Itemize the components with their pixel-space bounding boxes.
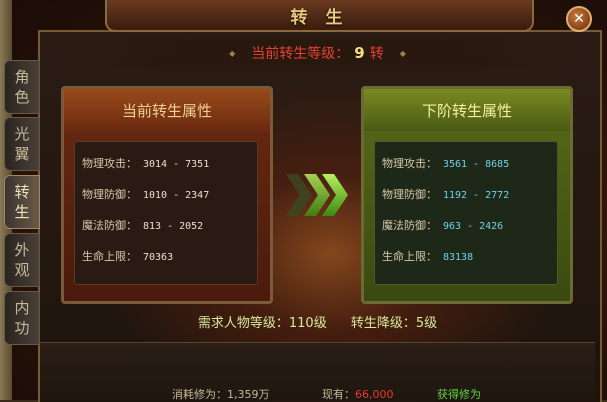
requirements-line: 需求人物等级：110级 转生降级：5级: [40, 312, 595, 331]
title-bar: 转 生: [105, 0, 534, 32]
level-value: 9: [354, 44, 365, 62]
tab-label: 转: [14, 183, 30, 201]
current-level-bar: ◆ 当前转生等级： 9 转 ◆: [40, 38, 595, 68]
cost-bar: 消耗修为：1,359万 现有：66,000 获得修为: [152, 386, 582, 401]
required-level: 需求人物等级：110级: [197, 316, 327, 331]
next-attributes-title: 下阶转生属性: [364, 89, 570, 131]
tab-inner-skill[interactable]: 内 功: [4, 291, 40, 345]
owned-value: 66,000: [355, 388, 394, 401]
diamond-left-icon: ◆: [229, 48, 236, 58]
window-title: 转 生: [290, 7, 349, 28]
tab-wings[interactable]: 光 翼: [4, 117, 40, 171]
tab-label: 色: [14, 88, 30, 106]
tab-character[interactable]: 角 色: [4, 60, 40, 114]
tab-label: 角: [14, 68, 30, 86]
attr-row-physical-attack: 物理攻击： 3561 - 8685: [382, 155, 509, 171]
attr-label: 生命上限：: [382, 250, 437, 263]
attr-value: 3014 - 7351: [143, 159, 210, 170]
tab-label: 光: [14, 125, 30, 143]
attr-value: 83138: [443, 252, 474, 263]
tab-label: 功: [14, 319, 30, 337]
triple-chevron-right-icon: [286, 174, 348, 216]
tab-label: 观: [14, 261, 30, 279]
attr-row-physical-defense: 物理防御： 1010 - 2347: [82, 186, 209, 202]
tab-label: 生: [14, 203, 30, 221]
level-drop: 转生降级：5级: [350, 316, 438, 331]
attr-row-max-hp: 生命上限： 83138: [382, 248, 473, 264]
attr-value: 70363: [143, 252, 174, 263]
attr-value: 1010 - 2347: [143, 190, 210, 201]
next-attributes-box: 下阶转生属性 物理攻击： 3561 - 8685 物理防御： 1192 - 2772…: [361, 86, 573, 304]
attr-row-magic-defense: 魔法防御： 963 - 2426: [382, 217, 503, 233]
attr-label: 物理防御：: [82, 188, 137, 201]
attr-label: 物理攻击：: [382, 157, 437, 170]
owned-label: 现有：: [322, 388, 355, 401]
attr-row-physical-attack: 物理攻击： 3014 - 7351: [82, 155, 209, 171]
tab-label: 翼: [14, 145, 30, 163]
attr-row-physical-defense: 物理防御： 1192 - 2772: [382, 186, 509, 202]
attr-row-max-hp: 生命上限： 70363: [82, 248, 173, 264]
diamond-right-icon: ◆: [399, 48, 406, 58]
attr-value: 1192 - 2772: [443, 190, 510, 201]
attr-label: 魔法防御：: [382, 219, 437, 232]
attr-label: 物理攻击：: [82, 157, 137, 170]
close-icon: ✕: [573, 11, 585, 27]
level-unit: 转: [369, 46, 384, 62]
attr-value: 3561 - 8685: [443, 159, 510, 170]
tab-appearance[interactable]: 外 观: [4, 233, 40, 287]
level-label: 当前转生等级：: [251, 46, 350, 62]
attr-row-magic-defense: 魔法防御： 813 - 2052: [82, 217, 203, 233]
current-attributes-title: 当前转生属性: [64, 89, 270, 131]
attr-value: 813 - 2052: [143, 221, 204, 232]
tab-label: 内: [14, 299, 30, 317]
tab-rebirth[interactable]: 转 生: [4, 175, 40, 229]
close-button[interactable]: ✕: [566, 6, 592, 32]
attr-label: 生命上限：: [82, 250, 137, 263]
tab-label: 外: [14, 241, 30, 259]
attr-label: 物理防御：: [382, 188, 437, 201]
attr-value: 963 - 2426: [443, 221, 504, 232]
attr-label: 魔法防御：: [82, 219, 137, 232]
current-attributes-box: 当前转生属性 物理攻击： 3014 - 7351 物理防御： 1010 - 2347…: [61, 86, 273, 304]
